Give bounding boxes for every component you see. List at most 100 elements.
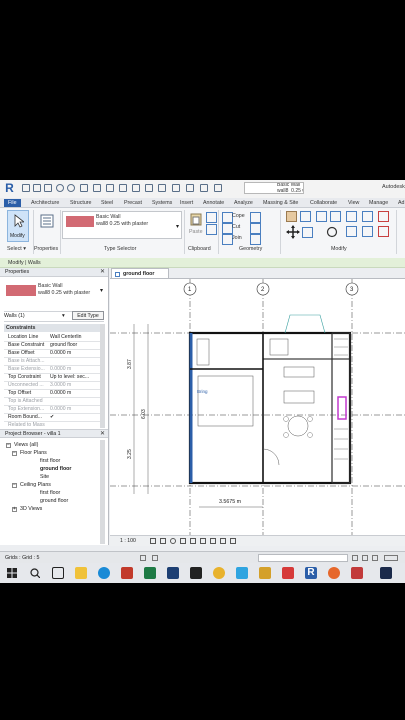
app-icon-3[interactable] bbox=[351, 567, 363, 579]
3d-view-icon[interactable] bbox=[145, 184, 153, 192]
search-icon[interactable] bbox=[30, 568, 40, 578]
analytical-model-icon[interactable] bbox=[230, 538, 236, 544]
file-explorer-icon[interactable] bbox=[75, 567, 87, 579]
property-value[interactable]: 0.0000 m bbox=[50, 365, 100, 373]
temporary-hide-icon[interactable] bbox=[210, 538, 216, 544]
excel-icon[interactable] bbox=[144, 567, 156, 579]
browser-item[interactable]: Site bbox=[40, 473, 49, 481]
tree-toggle[interactable]: − bbox=[6, 442, 11, 448]
view-scale[interactable]: 1 : 100 bbox=[120, 536, 136, 546]
property-value[interactable]: Up to level: sec... bbox=[50, 373, 100, 381]
copy-to-clipboard-icon[interactable] bbox=[206, 212, 217, 223]
mirror-draw-icon[interactable] bbox=[330, 211, 341, 222]
shadows-icon[interactable] bbox=[180, 538, 186, 544]
rotate-icon[interactable] bbox=[326, 226, 338, 238]
tab-steel[interactable]: Steel bbox=[101, 199, 113, 207]
tab-manage[interactable]: Manage bbox=[369, 199, 388, 207]
close-hidden-icon[interactable] bbox=[186, 184, 194, 192]
title-search-box[interactable]: Basic Wall wall8 0.25 with plaster bbox=[244, 182, 304, 194]
tag-icon[interactable] bbox=[119, 184, 127, 192]
properties-icon[interactable] bbox=[40, 214, 54, 228]
undo-icon[interactable] bbox=[56, 184, 64, 192]
firefox-icon[interactable] bbox=[328, 567, 340, 579]
align-icon[interactable] bbox=[286, 211, 297, 222]
array-icon[interactable] bbox=[362, 226, 373, 237]
select-pinned-icon[interactable] bbox=[362, 555, 368, 561]
open-icon[interactable] bbox=[22, 184, 30, 192]
tree-toggle[interactable]: + bbox=[12, 506, 17, 512]
constraints-group-header[interactable]: Constraints bbox=[4, 324, 100, 332]
thin-lines-icon[interactable] bbox=[172, 184, 180, 192]
sketchup-icon[interactable] bbox=[167, 567, 179, 579]
revit-taskbar-icon[interactable]: R bbox=[305, 567, 317, 579]
browser-item[interactable]: first floor bbox=[40, 457, 60, 465]
scale-icon[interactable] bbox=[362, 211, 373, 222]
office-icon[interactable] bbox=[121, 567, 133, 579]
save-icon[interactable] bbox=[33, 184, 41, 192]
tab-view[interactable]: View bbox=[348, 199, 359, 207]
chevron-down-icon[interactable]: ▾ bbox=[100, 287, 103, 294]
tab-insert[interactable]: Insert bbox=[180, 199, 193, 207]
wall-joins-icon[interactable] bbox=[250, 212, 261, 223]
property-value[interactable]: ✔ bbox=[50, 413, 100, 421]
revit-logo[interactable]: R bbox=[3, 182, 16, 195]
windows-start-icon[interactable] bbox=[7, 568, 17, 578]
print-icon[interactable] bbox=[80, 184, 88, 192]
photoshop-icon[interactable] bbox=[380, 567, 392, 579]
measure-icon[interactable] bbox=[93, 184, 101, 192]
tab-annotate[interactable]: Annotate bbox=[203, 199, 224, 207]
chevron-down-icon[interactable]: ▾ bbox=[62, 312, 65, 321]
browser-item[interactable]: 3D Views bbox=[20, 505, 42, 513]
cut-to-clipboard-icon[interactable] bbox=[206, 224, 217, 235]
browser-scrollbar[interactable] bbox=[100, 440, 105, 544]
property-value[interactable]: 0.0000 m bbox=[50, 389, 100, 397]
app-icon[interactable] bbox=[236, 567, 248, 579]
pin-icon[interactable] bbox=[378, 211, 389, 222]
browser-item[interactable]: Ceiling Plans bbox=[20, 481, 51, 489]
properties-type-name[interactable]: Basic Wall wall8 0.25 with plaster bbox=[38, 283, 90, 297]
tree-toggle[interactable]: − bbox=[12, 450, 17, 456]
delete-icon[interactable] bbox=[378, 226, 389, 237]
terminal-icon[interactable] bbox=[190, 567, 202, 579]
browser-item[interactable]: Views (all) bbox=[14, 441, 38, 449]
property-value[interactable]: ground floor bbox=[50, 341, 100, 349]
browser-item[interactable]: ground floor bbox=[40, 465, 71, 473]
browser-item[interactable]: Floor Plans bbox=[20, 449, 47, 457]
offset-icon[interactable] bbox=[300, 211, 311, 222]
tree-toggle[interactable]: − bbox=[12, 482, 17, 488]
split-element-icon[interactable] bbox=[346, 211, 357, 222]
visual-style-icon[interactable] bbox=[160, 538, 166, 544]
chrome-icon[interactable] bbox=[213, 567, 225, 579]
show-crop-icon[interactable] bbox=[200, 538, 206, 544]
task-view-icon[interactable] bbox=[52, 567, 64, 579]
switch-windows-icon[interactable] bbox=[200, 184, 208, 192]
move-icon[interactable] bbox=[286, 225, 300, 239]
tab-precast[interactable]: Precast bbox=[124, 199, 142, 207]
worksets-icon[interactable] bbox=[140, 555, 146, 561]
property-value[interactable]: 0.0000 m bbox=[50, 349, 100, 357]
reveal-hidden-icon[interactable] bbox=[220, 538, 226, 544]
filter-icon[interactable] bbox=[372, 555, 378, 561]
copy-element-icon[interactable] bbox=[302, 227, 313, 238]
mirror-axis-icon[interactable] bbox=[316, 211, 327, 222]
browser-item[interactable]: ground floor bbox=[40, 497, 68, 505]
edit-type-button[interactable]: Edit Type bbox=[72, 311, 104, 320]
tab-massing-site[interactable]: Massing & Site bbox=[263, 199, 298, 207]
properties-scrollbar[interactable] bbox=[100, 324, 105, 428]
property-value[interactable]: Wall Centerlin bbox=[50, 333, 100, 341]
property-value[interactable]: 3.0000 m bbox=[50, 381, 100, 389]
tab-architecture[interactable]: Architecture bbox=[31, 199, 59, 207]
qat-dropdown-icon[interactable] bbox=[214, 184, 222, 192]
tab-ground-floor[interactable]: ground floor bbox=[111, 268, 169, 278]
drawing-canvas[interactable]: 1 2 3 3.87 6.03 3.25 3.5675 m Bring bbox=[110, 278, 405, 536]
property-value[interactable]: 0.0000 m bbox=[50, 405, 100, 413]
edge-icon[interactable] bbox=[98, 567, 110, 579]
sun-path-icon[interactable] bbox=[170, 538, 176, 544]
panel-label-select[interactable]: Select ▾ bbox=[7, 246, 26, 252]
autocad-icon[interactable] bbox=[282, 567, 294, 579]
select-links-icon[interactable] bbox=[352, 555, 358, 561]
redo-icon[interactable] bbox=[67, 184, 75, 192]
tab-systems[interactable]: Systems bbox=[152, 199, 172, 207]
dimension-bottom[interactable]: 3.5675 m bbox=[219, 499, 241, 505]
design-option-field[interactable] bbox=[258, 554, 348, 562]
